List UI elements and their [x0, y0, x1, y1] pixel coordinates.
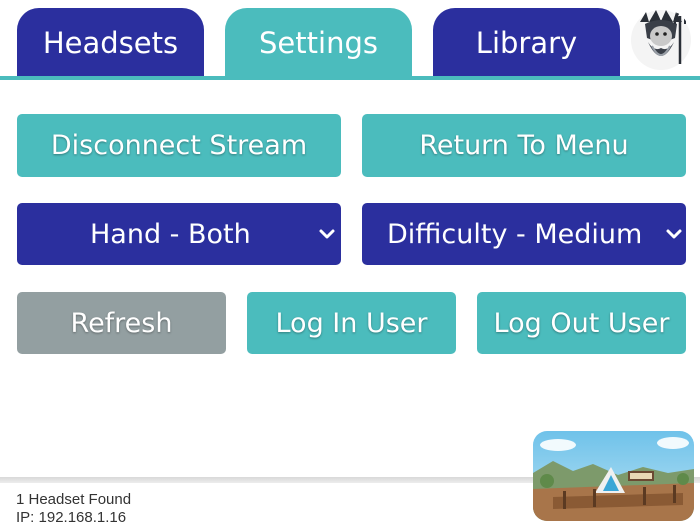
chevron-down-icon [319, 229, 335, 239]
return-to-menu-label: Return To Menu [419, 130, 629, 161]
difficulty-select-value: Difficulty - Medium [387, 218, 643, 250]
refresh-button[interactable]: Refresh [17, 292, 226, 354]
log-in-user-label: Log In User [275, 307, 428, 339]
log-out-user-label: Log Out User [493, 307, 670, 339]
tab-settings[interactable]: Settings [225, 8, 412, 78]
headset-count-status: 1 Headset Found [16, 491, 132, 508]
log-in-user-button[interactable]: Log In User [247, 292, 456, 354]
tab-settings-label: Settings [259, 26, 378, 60]
trident-king-logo [630, 8, 692, 72]
chevron-down-icon [666, 229, 682, 239]
hand-select-value: Hand - Both [90, 218, 251, 250]
tab-headsets-label: Headsets [42, 26, 179, 60]
tab-underline [0, 76, 700, 80]
tab-library[interactable]: Library [433, 8, 620, 78]
hand-select[interactable]: Hand - Both [17, 203, 341, 265]
vr-scene-thumbnail[interactable] [533, 431, 694, 521]
return-to-menu-button[interactable]: Return To Menu [362, 114, 686, 177]
refresh-label: Refresh [70, 307, 173, 339]
disconnect-stream-label: Disconnect Stream [50, 130, 308, 161]
tab-library-label: Library [475, 26, 578, 60]
tab-headsets[interactable]: Headsets [17, 8, 204, 78]
difficulty-select[interactable]: Difficulty - Medium [362, 203, 686, 265]
disconnect-stream-button[interactable]: Disconnect Stream [17, 114, 341, 177]
log-out-user-button[interactable]: Log Out User [477, 292, 686, 354]
ip-address-status: IP: 192.168.1.16 [16, 509, 127, 525]
